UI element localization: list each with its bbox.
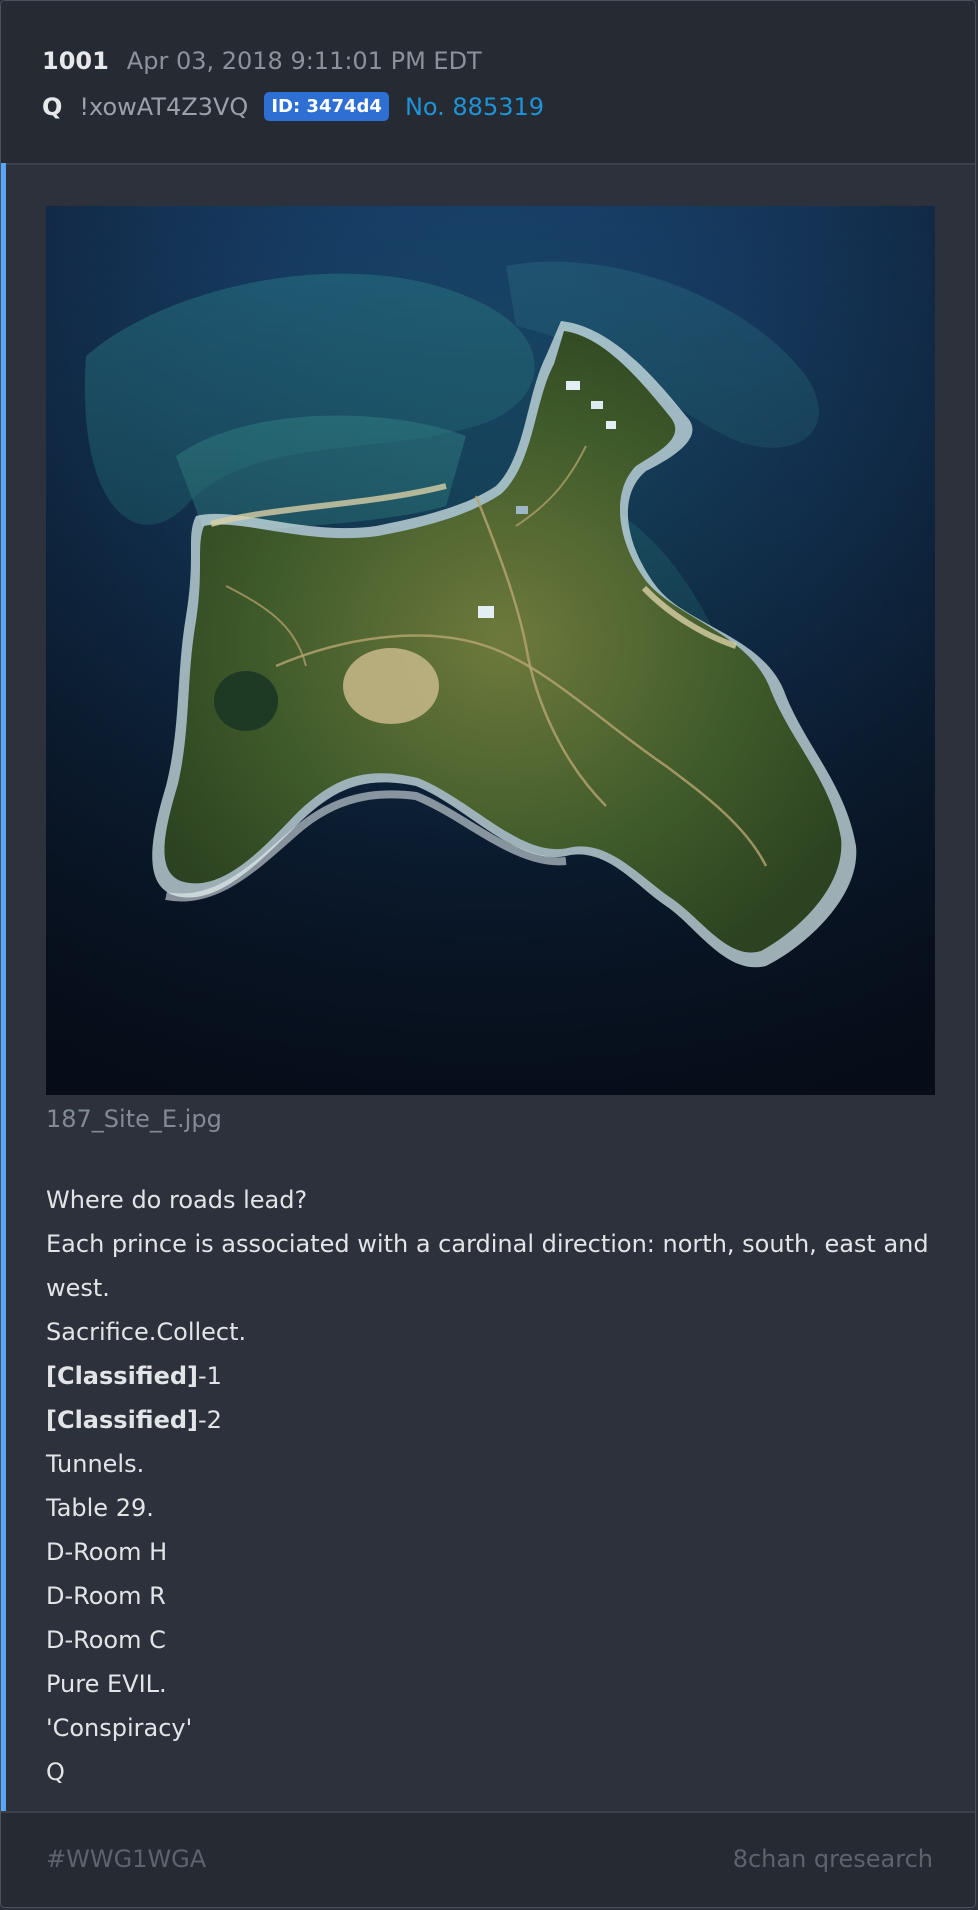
body-line: Each prince is associated with a cardina…	[46, 1230, 929, 1302]
body-line: Pure EVIL.	[46, 1670, 167, 1698]
body-line: 'Conspiracy'	[46, 1714, 193, 1742]
post-body: Where do roads lead? Each prince is asso…	[46, 1178, 946, 1794]
hashtag: #WWG1WGA	[46, 1845, 207, 1873]
post-number: 1001	[42, 47, 109, 75]
body-line: Q	[46, 1758, 65, 1786]
body-line: Sacrifice.Collect.	[46, 1318, 247, 1346]
body-line: D-Room H	[46, 1538, 168, 1566]
body-line: D-Room R	[46, 1582, 166, 1610]
classified-tag: [Classified]	[46, 1406, 199, 1434]
body-line: [Classified]-1	[46, 1354, 946, 1398]
source-label: 8chan qresearch	[732, 1845, 933, 1873]
body-line: Tunnels.	[46, 1450, 145, 1478]
island-aerial-image	[46, 206, 935, 1095]
tripcode: !xowAT4Z3VQ	[79, 92, 249, 121]
post-date: Apr 03, 2018 9:11:01 PM EDT	[126, 47, 482, 75]
accent-bar	[1, 163, 6, 1811]
body-line: D-Room C	[46, 1626, 166, 1654]
post-meta-row: 1001 Apr 03, 2018 9:11:01 PM EDT	[42, 47, 482, 75]
author-name: Q	[42, 92, 63, 121]
post-header: 1001 Apr 03, 2018 9:11:01 PM EDT Q !xowA…	[1, 1, 975, 165]
classified-suffix: -2	[198, 1406, 222, 1434]
post-footer: #WWG1WGA 8chan qresearch	[1, 1811, 975, 1907]
body-line: Table 29.	[46, 1494, 154, 1522]
image-filename[interactable]: 187_Site_E.jpg	[46, 1105, 222, 1133]
classified-suffix: -1	[198, 1362, 222, 1390]
post-image[interactable]	[46, 206, 935, 1095]
post-card: 1001 Apr 03, 2018 9:11:01 PM EDT Q !xowA…	[0, 0, 976, 1908]
id-badge: ID: 3474d4	[264, 92, 389, 121]
body-line: Where do roads lead?	[46, 1186, 308, 1214]
post-number-link[interactable]: No. 885319	[405, 93, 544, 121]
author-row: Q !xowAT4Z3VQ ID: 3474d4 No. 885319	[42, 92, 544, 121]
classified-tag: [Classified]	[46, 1362, 199, 1390]
body-line: [Classified]-2	[46, 1398, 946, 1442]
